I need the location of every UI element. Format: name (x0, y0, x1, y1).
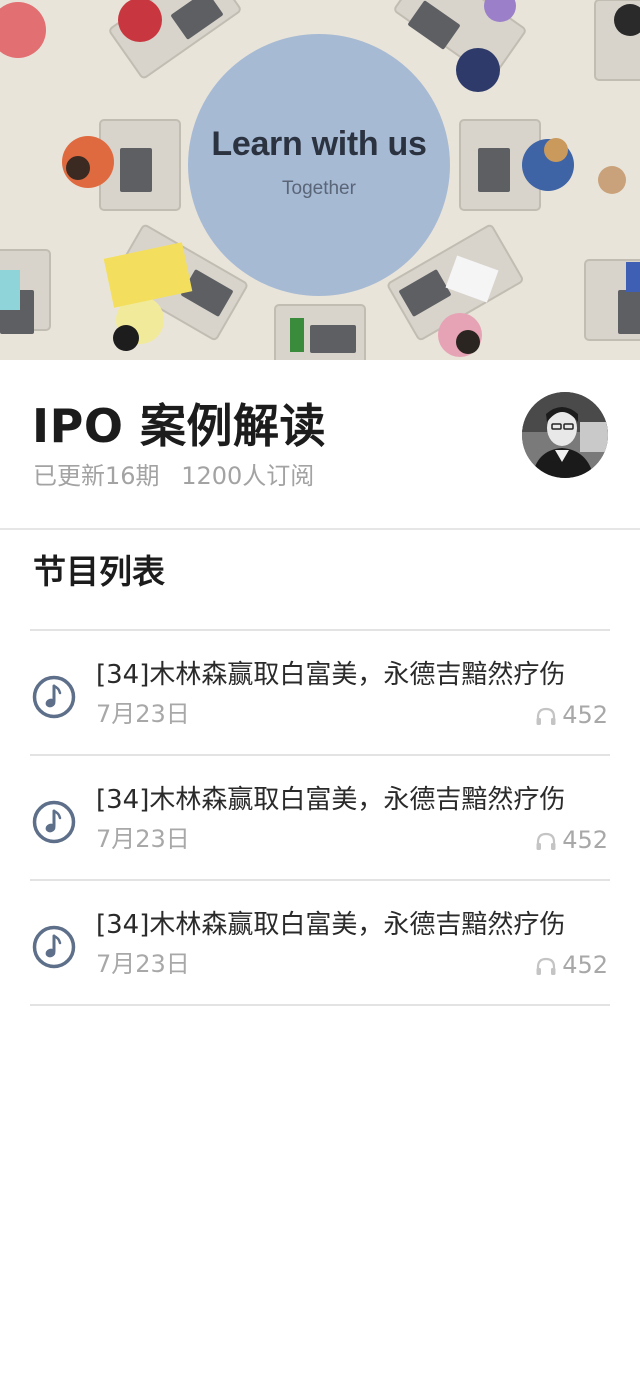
headphones-icon (536, 832, 556, 850)
course-title: IPO 案例解读 (32, 399, 326, 453)
banner-title: Learn with us (211, 124, 427, 163)
episode-date: 7月23日 (96, 950, 190, 978)
subscriber-count: 1200人订阅 (181, 462, 315, 490)
author-avatar[interactable] (522, 392, 608, 478)
music-note-icon (32, 800, 76, 844)
play-count-value: 452 (562, 951, 608, 979)
episode-title: [34]木林森赢取白富美，永德吉黯然疗伤 (96, 660, 566, 690)
course-meta: 已更新16期 1200人订阅 (33, 460, 314, 492)
music-note-icon (32, 925, 76, 969)
episode-play-count: 452 (535, 699, 608, 731)
play-count-value: 452 (562, 826, 608, 854)
course-banner: Learn with us Together (0, 0, 640, 360)
episode-date: 7月23日 (96, 700, 190, 728)
banner-subtitle: Together (282, 177, 356, 199)
episode-list: [34]木林森赢取白富美，永德吉黯然疗伤 7月23日 452 [34]木林森赢取… (30, 629, 610, 1006)
play-count-value: 452 (562, 701, 608, 729)
episode-play-count: 452 (535, 949, 608, 981)
episode-item[interactable]: [34]木林森赢取白富美，永德吉黯然疗伤 7月23日 452 (30, 629, 610, 754)
avatar-photo (522, 392, 608, 478)
episode-title: [34]木林森赢取白富美，永德吉黯然疗伤 (96, 785, 566, 815)
episode-play-count: 452 (535, 824, 608, 856)
headphones-icon (536, 957, 556, 975)
headphones-icon (536, 707, 556, 725)
music-note-icon (32, 675, 76, 719)
episode-list-heading: 节目列表 (33, 552, 165, 591)
update-count: 已更新16期 (33, 462, 160, 490)
episode-title: [34]木林森赢取白富美，永德吉黯然疗伤 (96, 910, 566, 940)
course-info: IPO 案例解读 已更新16期 1200人订阅 (0, 360, 640, 530)
episode-item[interactable]: [34]木林森赢取白富美，永德吉黯然疗伤 7月23日 452 (30, 754, 610, 879)
episode-item[interactable]: [34]木林森赢取白富美，永德吉黯然疗伤 7月23日 452 (30, 879, 610, 1006)
banner-circle: Learn with us Together (188, 34, 450, 296)
episode-date: 7月23日 (96, 825, 190, 853)
